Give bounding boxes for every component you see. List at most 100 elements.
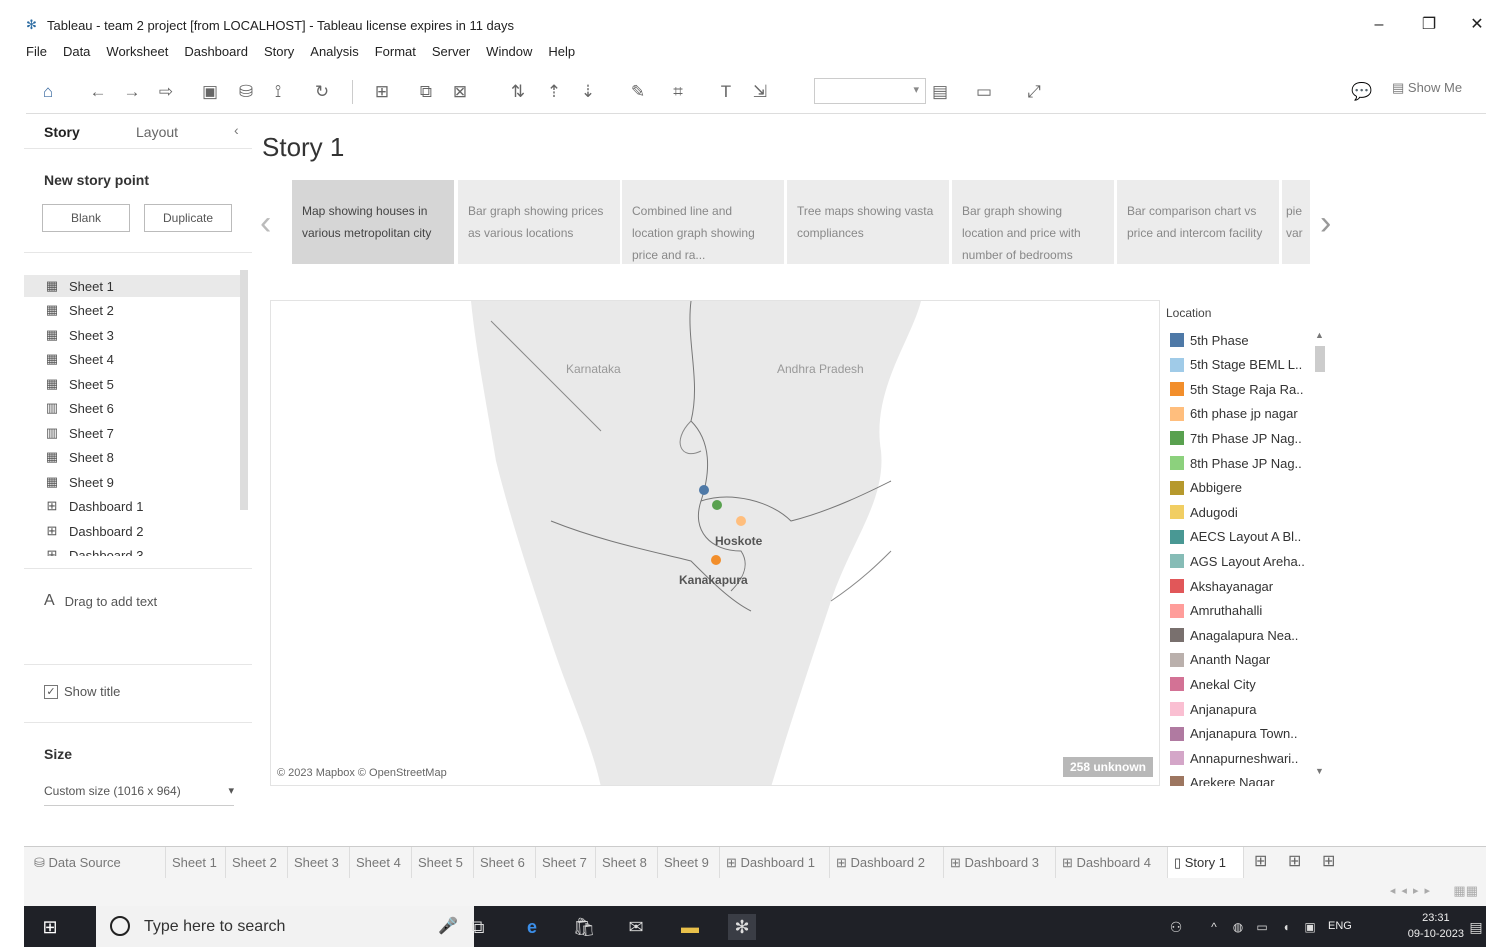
list-item[interactable]: ⊞ Dashboard 2 [44,520,144,542]
next-story-point-icon[interactable]: › [1320,204,1331,243]
menu-worksheet[interactable]: Worksheet [106,44,168,64]
tab-sheet-9[interactable]: Sheet 9 [658,847,720,879]
legend-item[interactable]: 5th Phase [1170,328,1249,352]
story-point-3[interactable]: Combined line and location graph showing… [622,180,784,264]
menu-file[interactable]: File [26,44,47,64]
taskbar-search-box[interactable]: Type here to search 🎤 [96,906,474,947]
unknown-indicator-badge[interactable]: 258 unknown [1062,757,1153,777]
battery-icon[interactable]: ▭ [1252,914,1272,940]
tab-story-1[interactable]: ▯ Story 1 [1168,847,1244,879]
system-clock[interactable]: 23:31 09-10-2023 [1408,910,1464,942]
legend-item[interactable]: AGS Layout Areha.. [1170,549,1305,573]
tab-sheet-2[interactable]: Sheet 2 [226,847,288,879]
tab-sheet-5[interactable]: Sheet 5 [412,847,474,879]
tab-data-source[interactable]: ⛁ Data Source [28,847,166,879]
show-labels-icon[interactable]: T [714,80,738,104]
show-title-checkbox[interactable]: ✓ Show title [44,684,120,699]
share-icon[interactable]: ⤢ [1022,80,1046,104]
previous-story-point-icon[interactable]: ‹ [260,204,271,243]
menu-window[interactable]: Window [486,44,532,64]
story-point-2[interactable]: Bar graph showing prices as various loca… [458,180,620,264]
map-point[interactable] [699,485,709,495]
redo-icon[interactable]: → [120,80,144,104]
sort-ascending-icon[interactable]: ⇡ [542,80,566,104]
refresh-icon[interactable]: ↻ [310,80,334,104]
restore-button[interactable]: ❐ [1414,12,1444,38]
legend-item[interactable]: Amruthahalli [1170,599,1262,623]
tab-sheet-4[interactable]: Sheet 4 [350,847,412,879]
map-point[interactable] [736,516,746,526]
list-item[interactable]: ▦ Sheet 8 [44,446,114,468]
legend-item[interactable]: Anjanapura [1170,697,1257,721]
list-item[interactable]: ▦ Sheet 4 [44,348,114,370]
tab-sheet-3[interactable]: Sheet 3 [288,847,350,879]
collapse-panel-icon[interactable]: ‹ [234,122,239,138]
tab-sheet-7[interactable]: Sheet 7 [536,847,596,879]
menu-story[interactable]: Story [264,44,294,64]
fix-axes-icon[interactable]: ⇲ [748,80,772,104]
legend-item[interactable]: Anekal City [1170,672,1256,696]
list-item[interactable]: ▥ Sheet 6 [44,397,114,419]
tab-dashboard-2[interactable]: ⊞ Dashboard 2 [830,847,944,879]
legend-item[interactable]: Adugodi [1170,500,1238,524]
duplicate-sheet-icon[interactable]: ⧉ [414,80,438,104]
file-explorer-icon[interactable]: ▬ [676,914,704,940]
story-point-5[interactable]: Bar graph showing location and price wit… [952,180,1114,264]
tab-sheet-1[interactable]: Sheet 1 [166,847,226,879]
tab-sheet-6[interactable]: Sheet 6 [474,847,536,879]
legend-item[interactable]: Arekere Nagar [1170,771,1275,786]
tab-dashboard-1[interactable]: ⊞ Dashboard 1 [720,847,830,879]
store-icon[interactable]: 🛍 [570,914,598,940]
blank-button[interactable]: Blank [42,204,130,232]
notification-app-icon[interactable]: ▣ [1300,914,1320,940]
sheet-navigation-icons[interactable]: ◂◂▸▸ [1390,884,1436,897]
show-cards-icon[interactable]: ▤ [928,80,952,104]
network-icon[interactable]: ◍ [1228,914,1248,940]
list-item[interactable]: ▥ Sheet 7 [44,422,114,444]
legend-scrollbar[interactable]: ▲ ▼ [1313,330,1327,780]
people-icon[interactable]: ⚇ [1164,914,1188,940]
list-item[interactable]: ▦ Sheet 1 [24,275,240,297]
list-item[interactable]: ▦ Sheet 2 [44,299,114,321]
legend-item[interactable]: AECS Layout A Bl.. [1170,525,1301,549]
sort-descending-icon[interactable]: ⇣ [576,80,600,104]
save-icon[interactable]: ▣ [198,80,222,104]
legend-item[interactable]: Annapurneshwari.. [1170,746,1298,770]
new-story-tab-icon[interactable]: ⊞ [1322,851,1335,871]
list-item[interactable]: ▦ Sheet 3 [44,324,114,346]
highlight-icon[interactable]: ✎ [626,80,650,104]
task-view-icon[interactable]: ⧉ [464,914,492,940]
legend-item[interactable]: Anagalapura Nea.. [1170,623,1298,647]
menu-help[interactable]: Help [548,44,575,64]
close-button[interactable]: ✕ [1462,12,1486,38]
microphone-icon[interactable]: 🎤 [438,916,458,936]
home-icon[interactable]: ⌂ [36,80,60,104]
story-point-7[interactable]: pie var [1282,180,1310,264]
edge-browser-icon[interactable]: e [518,914,546,940]
map-view[interactable]: Karnataka Andhra Pradesh Hoskote Kanakap… [270,300,1160,786]
replay-icon[interactable]: ⇨ [154,80,178,104]
mail-icon[interactable]: ✉ [622,914,650,940]
pause-updates-icon[interactable]: ⟟ [266,80,290,104]
language-indicator[interactable]: ENG [1328,920,1352,932]
new-worksheet-tab-icon[interactable]: ⊞ [1254,851,1267,871]
menu-dashboard[interactable]: Dashboard [184,44,248,64]
legend-item[interactable]: 8th Phase JP Nag.. [1170,451,1302,475]
menu-data[interactable]: Data [63,44,90,64]
legend-item[interactable]: Abbigere [1170,476,1242,500]
tab-sheet-8[interactable]: Sheet 8 [596,847,658,879]
legend-item[interactable]: Anjanapura Town.. [1170,722,1297,746]
story-point-6[interactable]: Bar comparison chart vs price and interc… [1117,180,1279,264]
sheet-list-scrollbar[interactable] [240,270,248,510]
tab-dashboard-3[interactable]: ⊞ Dashboard 3 [944,847,1056,879]
legend-item[interactable]: 7th Phase JP Nag.. [1170,426,1302,450]
scroll-down-icon[interactable]: ▼ [1315,766,1324,776]
new-data-source-icon[interactable]: ⛁ [234,80,258,104]
view-toggle-icon[interactable]: ▦▦ [1453,883,1478,899]
windows-start-icon[interactable]: ⊞ [36,914,64,940]
tableau-taskbar-icon[interactable]: ✻ [728,914,756,940]
tab-dashboard-4[interactable]: ⊞ Dashboard 4 [1056,847,1168,879]
map-point[interactable] [712,500,722,510]
new-dashboard-tab-icon[interactable]: ⊞ [1288,851,1301,871]
minimize-button[interactable]: – [1364,12,1394,38]
